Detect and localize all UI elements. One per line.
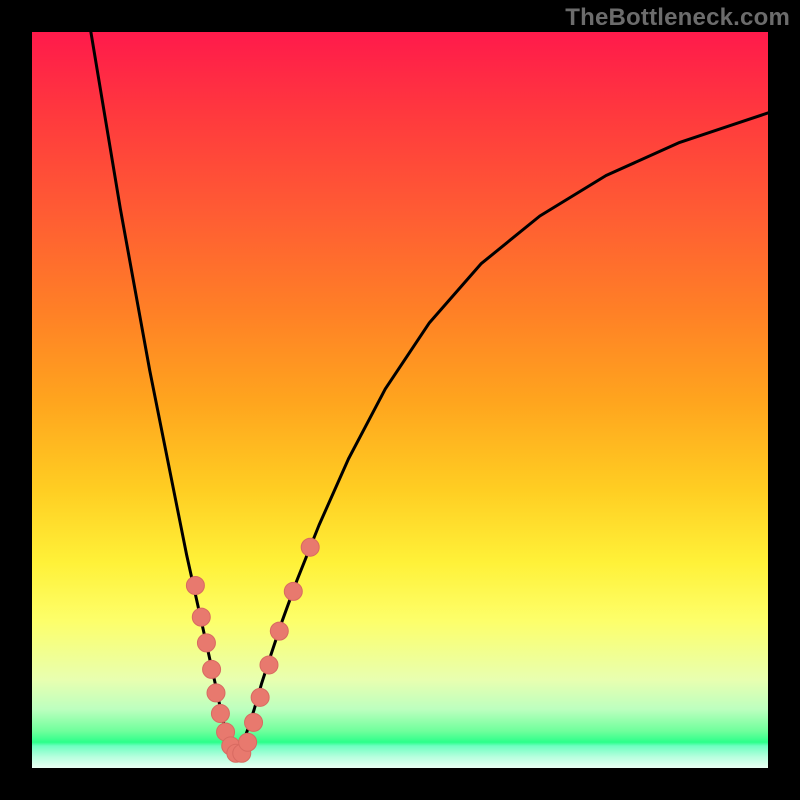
chart-svg <box>32 32 768 768</box>
data-marker <box>284 582 302 600</box>
watermark-label: TheBottleneck.com <box>565 4 790 32</box>
data-marker <box>260 656 278 674</box>
data-marker <box>203 660 221 678</box>
data-marker <box>301 538 319 556</box>
data-marker <box>207 684 225 702</box>
plot-area <box>32 32 768 768</box>
data-marker <box>192 608 210 626</box>
data-marker <box>245 713 263 731</box>
chart-frame: TheBottleneck.com <box>0 0 800 800</box>
bottleneck-curve <box>91 32 768 753</box>
data-marker <box>239 733 257 751</box>
data-marker <box>186 576 204 594</box>
data-marker <box>251 688 269 706</box>
data-marker <box>197 634 215 652</box>
data-marker <box>211 705 229 723</box>
data-marker <box>270 622 288 640</box>
